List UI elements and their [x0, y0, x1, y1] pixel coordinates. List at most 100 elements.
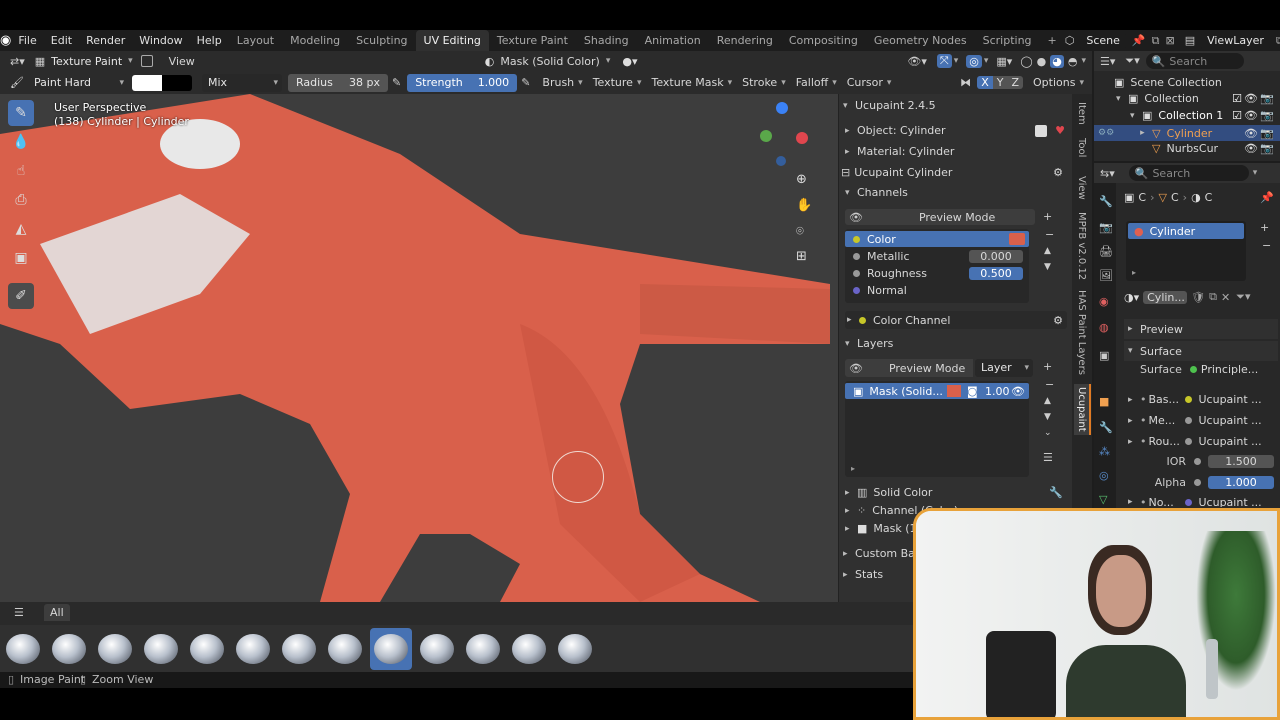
filter-icon[interactable]: ⏷▾ — [1125, 54, 1139, 68]
color-swatch[interactable] — [1009, 233, 1025, 245]
brush-thumbnail[interactable] — [554, 628, 596, 670]
brush-thumbnail[interactable] — [278, 628, 320, 670]
secondary-color-swatch[interactable] — [161, 74, 192, 91]
channel-item-normal[interactable]: Normal — [845, 282, 1029, 298]
tab-uv-editing[interactable]: UV Editing — [415, 30, 489, 51]
brush-thumbnail[interactable] — [324, 628, 366, 670]
falloff-menu[interactable]: Falloff — [796, 76, 828, 89]
add-workspace-button[interactable]: + — [1040, 30, 1065, 51]
normal-row[interactable]: ▸ • No... Ucupaint ... — [1124, 497, 1278, 507]
channel-item-color[interactable]: Color — [845, 231, 1029, 247]
menu-file[interactable]: File — [11, 34, 43, 47]
shading-material-icon[interactable]: ◕ — [1050, 54, 1064, 68]
tab-geometry-nodes[interactable]: Geometry Nodes — [866, 30, 975, 51]
checkbox-icon[interactable]: ☑ — [1232, 92, 1242, 105]
editor-type-icon[interactable]: ⇄▾ — [10, 55, 25, 68]
smear-tool-icon[interactable]: ☝ — [8, 158, 34, 184]
cylinder-row[interactable]: ⚙⚙ ▸ ▽ Cylinder 👁 📷 — [1094, 125, 1280, 141]
cursor-menu[interactable]: Cursor — [847, 76, 883, 89]
tab-animation[interactable]: Animation — [637, 30, 709, 51]
brush-thumbnail[interactable] — [462, 628, 504, 670]
chevron-down-icon[interactable]: ▾ — [1253, 168, 1258, 178]
heart-icon[interactable]: ♥ — [1055, 124, 1065, 137]
mask-selector[interactable]: Mask (Solid Color) — [500, 55, 599, 68]
viewport-3d[interactable]: User Perspective (138) Cylinder | Cylind… — [0, 94, 838, 602]
gizmo-dropdown-icon[interactable]: ▾ — [954, 56, 959, 66]
particles-tab-icon[interactable]: ⁂ — [1099, 445, 1110, 458]
layer-dropdown[interactable]: Layer ▾ — [975, 359, 1033, 377]
object-row[interactable]: ▸ Object: Cylinder ♥ — [845, 124, 1067, 137]
input-row-metal[interactable]: ▸ • Me... Ucupaint ... — [1124, 414, 1278, 427]
xray-icon[interactable]: ▦▾ — [996, 55, 1012, 68]
view-layer-tab-icon[interactable]: 🖼 — [1099, 269, 1113, 282]
add-channel-icon[interactable]: + — [1043, 210, 1052, 223]
mirror-y-toggle[interactable]: Y — [992, 76, 1008, 89]
layer-color-swatch[interactable] — [947, 385, 961, 397]
view-menu[interactable]: View — [169, 55, 195, 68]
object-tab-icon[interactable]: ■ — [1099, 395, 1109, 408]
gear-icon[interactable]: ⚙ — [1053, 166, 1063, 179]
material-slot-item[interactable]: ● Cylinder — [1128, 223, 1244, 239]
brush-thumbnail[interactable] — [186, 628, 228, 670]
strength-field[interactable]: Strength 1.000 — [407, 73, 518, 92]
tab-compositing[interactable]: Compositing — [781, 30, 866, 51]
camera-icon[interactable]: 📷 — [1260, 109, 1274, 122]
tab-modeling[interactable]: Modeling — [282, 30, 348, 51]
eye-icon[interactable]: 👁 — [849, 362, 863, 375]
move-up-icon[interactable]: ▲ — [1044, 396, 1051, 406]
render-tab-icon[interactable]: 📷 — [1099, 221, 1113, 234]
symmetry-icon[interactable]: ⧓ — [960, 76, 971, 89]
outliner-search-input[interactable]: 🔍 Search — [1145, 53, 1244, 69]
radius-field[interactable]: Radius 38 px — [287, 73, 388, 92]
expand-icon[interactable]: ▸ — [851, 464, 855, 473]
move-up-icon[interactable]: ▲ — [1044, 246, 1051, 256]
menu-help[interactable]: Help — [190, 34, 229, 47]
eye-icon[interactable]: 👁 — [1244, 92, 1258, 105]
eye-icon[interactable]: 👁 — [1244, 142, 1258, 155]
menu-render[interactable]: Render — [79, 34, 132, 47]
modifier-tab-icon[interactable]: 🔧 — [1099, 421, 1113, 434]
constraints-tab-icon[interactable]: ▽ — [1099, 493, 1107, 506]
tab-shading[interactable]: Shading — [576, 30, 637, 51]
expand-icon[interactable]: ▸ — [1132, 268, 1136, 277]
stroke-menu[interactable]: Stroke — [742, 76, 777, 89]
record-dot-icon[interactable]: ●▾ — [622, 55, 637, 68]
brush-thumbnail[interactable] — [140, 628, 182, 670]
mask-row[interactable]: ▸ ■ Mask (1) — [845, 522, 921, 535]
layer-opacity[interactable]: 1.00 — [985, 385, 1010, 398]
surface-section[interactable]: ▾ Surface — [1124, 341, 1278, 361]
shading-dropdown-icon[interactable]: ▾ — [1081, 56, 1086, 66]
collection-tab-icon[interactable]: ▣ — [1099, 349, 1109, 362]
remove-channel-icon[interactable]: − — [1045, 228, 1054, 241]
brush-thumbnail[interactable] — [2, 628, 44, 670]
layer-menu-icon[interactable]: ☰ — [1043, 451, 1053, 464]
remove-layer-icon[interactable]: − — [1045, 378, 1054, 391]
scene-selector[interactable]: Scene — [1080, 31, 1126, 50]
close-icon[interactable]: ✕ — [1221, 291, 1230, 304]
layer-preview-row[interactable]: 👁 Preview Mode — [845, 359, 973, 377]
fake-user-icon[interactable]: 🛡 — [1191, 291, 1205, 304]
world-tab-icon[interactable]: ◍ — [1099, 321, 1109, 334]
brush-thumbnail[interactable] — [370, 628, 412, 670]
blend-icon[interactable]: ◙ — [967, 385, 978, 398]
pin-icon[interactable]: 📌 — [1260, 191, 1274, 204]
tab-rendering[interactable]: Rendering — [709, 30, 781, 51]
brush-selector[interactable]: Paint Hard ▾ — [27, 73, 128, 92]
eye-icon[interactable]: 👁 — [1244, 109, 1258, 122]
color-channel-row[interactable]: ▸ Color Channel ⚙ — [845, 311, 1067, 329]
duplicate-icon[interactable]: ⧉ — [1209, 290, 1217, 304]
tab-has-paint-layers[interactable]: HAS Paint Layers — [1076, 290, 1087, 375]
eye-icon[interactable]: 👁 — [1244, 127, 1258, 140]
options-menu[interactable]: Options — [1033, 76, 1075, 89]
material-name-field[interactable]: Cylin... — [1143, 290, 1188, 304]
input-row-rough[interactable]: ▸ • Rou... Ucupaint ... — [1124, 435, 1278, 448]
tab-texture-paint[interactable]: Texture Paint — [489, 30, 576, 51]
scene-tab-icon[interactable]: ◉ — [1099, 295, 1109, 308]
camera-icon[interactable]: 📷 — [1260, 127, 1274, 140]
overlay-dropdown-icon[interactable]: ▾ — [984, 56, 989, 66]
brush-thumbnail[interactable] — [94, 628, 136, 670]
tab-mpfb[interactable]: MPFB v2.0.12 — [1076, 212, 1087, 280]
pin-icon[interactable]: 📌 — [1132, 34, 1146, 47]
hand-pan-icon[interactable]: ✋ — [796, 198, 812, 213]
shading-wire-icon[interactable]: ◯ — [1020, 55, 1032, 68]
